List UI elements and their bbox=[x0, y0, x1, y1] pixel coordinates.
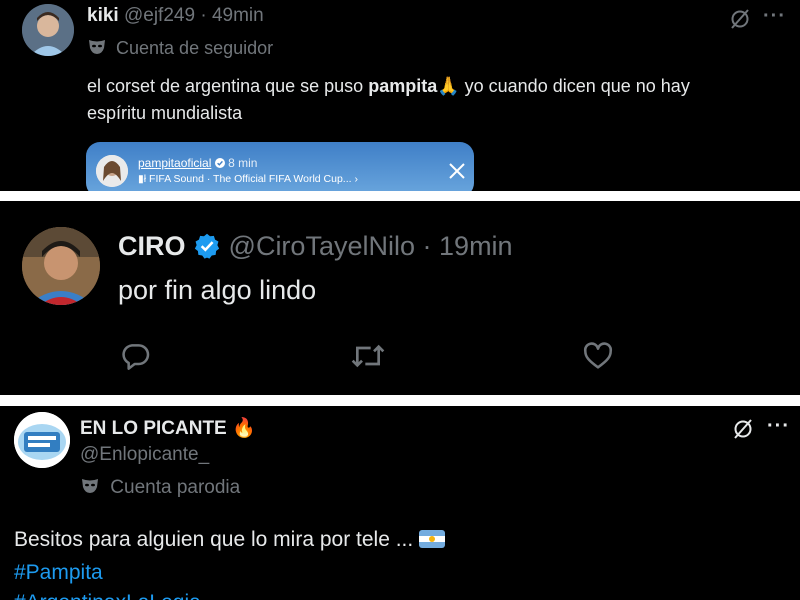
mask-icon bbox=[89, 40, 105, 54]
like-icon[interactable] bbox=[582, 340, 614, 372]
embed-time: 8 min bbox=[228, 156, 258, 170]
separator: · bbox=[200, 5, 207, 26]
avatar[interactable] bbox=[22, 4, 74, 56]
embedded-media-card[interactable]: pampitaoficial 8 min ▮ł FIFA Sound · The… bbox=[86, 142, 474, 191]
argentina-flag-emoji bbox=[419, 530, 446, 548]
account-label: Cuenta de seguidor bbox=[116, 38, 274, 58]
close-icon[interactable] bbox=[447, 161, 467, 181]
embed-account[interactable]: pampitaoficial bbox=[138, 156, 211, 170]
more-icon[interactable]: ··· bbox=[767, 415, 790, 438]
timestamp[interactable]: 19min bbox=[439, 231, 513, 261]
avatar-image bbox=[22, 4, 74, 56]
grok-icon[interactable] bbox=[728, 7, 752, 31]
pray-emoji: 🙏 bbox=[437, 76, 460, 96]
tweet-header: EN LO PICANTE 🔥 bbox=[80, 416, 256, 440]
timestamp[interactable]: 49min bbox=[212, 5, 264, 26]
account-label: Cuenta parodia bbox=[110, 477, 241, 498]
tweet-text-main: Besitos para alguien que lo mira por tel… bbox=[14, 528, 414, 551]
handle[interactable]: @ejf249 bbox=[124, 5, 195, 26]
embed-header: pampitaoficial 8 min bbox=[138, 156, 257, 170]
handle[interactable]: @CiroTayelNilo bbox=[229, 231, 415, 261]
fire-emoji: 🔥 bbox=[232, 418, 256, 439]
verified-badge-icon bbox=[214, 158, 225, 168]
hashtag-pampita[interactable]: #Pampita bbox=[14, 561, 103, 585]
hashtag-argentina[interactable]: #ArgentinaxLaLegia bbox=[14, 591, 201, 600]
avatar[interactable] bbox=[14, 412, 70, 468]
tweet-text-line2: espíritu mundialista bbox=[87, 103, 243, 123]
verified-badge-icon[interactable] bbox=[193, 232, 221, 260]
reply-icon[interactable] bbox=[120, 340, 152, 372]
tweet-header: kiki @ejf249 · 49min bbox=[87, 5, 264, 27]
display-name[interactable]: EN LO PICANTE bbox=[80, 418, 227, 439]
display-name[interactable]: kiki bbox=[87, 5, 119, 26]
grok-icon[interactable] bbox=[731, 417, 755, 441]
tweet-header: CIRO @CiroTayelNilo · 19min bbox=[118, 231, 513, 262]
tweet-kiki[interactable]: kiki @ejf249 · 49min ··· Cuenta de segui… bbox=[0, 0, 800, 191]
avatar-image bbox=[14, 412, 70, 468]
more-icon[interactable]: ··· bbox=[763, 5, 786, 28]
embed-avatar-image bbox=[96, 155, 128, 187]
account-label-row: Cuenta parodia bbox=[80, 477, 240, 499]
tweet-text: por fin algo lindo bbox=[118, 275, 317, 305]
embed-music-row[interactable]: ▮ł FIFA Sound · The Official FIFA World … bbox=[138, 173, 358, 185]
music-icon: ▮ł bbox=[138, 173, 147, 185]
tweet-text-end: yo cuando dicen que no hay bbox=[459, 76, 690, 96]
tweet-text: el corset de argentina que se puso pampi… bbox=[87, 73, 690, 127]
tweet-text: Besitos para alguien que lo mira por tel… bbox=[14, 528, 446, 552]
tweet-text-bold: pampita bbox=[368, 76, 438, 96]
display-name[interactable]: CIRO bbox=[118, 231, 186, 261]
separator: · bbox=[422, 231, 432, 261]
avatar[interactable] bbox=[22, 227, 100, 305]
tweet-ciro[interactable]: CIRO @CiroTayelNilo · 19min por fin algo… bbox=[0, 201, 800, 395]
mask-icon bbox=[82, 479, 98, 493]
handle[interactable]: @Enlopicante_ bbox=[80, 444, 209, 466]
avatar-image bbox=[22, 227, 100, 305]
account-label-row: Cuenta de seguidor bbox=[87, 38, 273, 59]
embed-music: FIFA Sound · The Official FIFA World Cup… bbox=[149, 173, 358, 185]
tweet-en-lo-picante[interactable]: EN LO PICANTE 🔥 @Enlopicante_ ··· Cuenta… bbox=[0, 406, 800, 600]
embed-avatar[interactable] bbox=[96, 155, 128, 187]
retweet-icon[interactable] bbox=[350, 340, 386, 372]
tweet-text-start: el corset de argentina que se puso bbox=[87, 76, 369, 96]
